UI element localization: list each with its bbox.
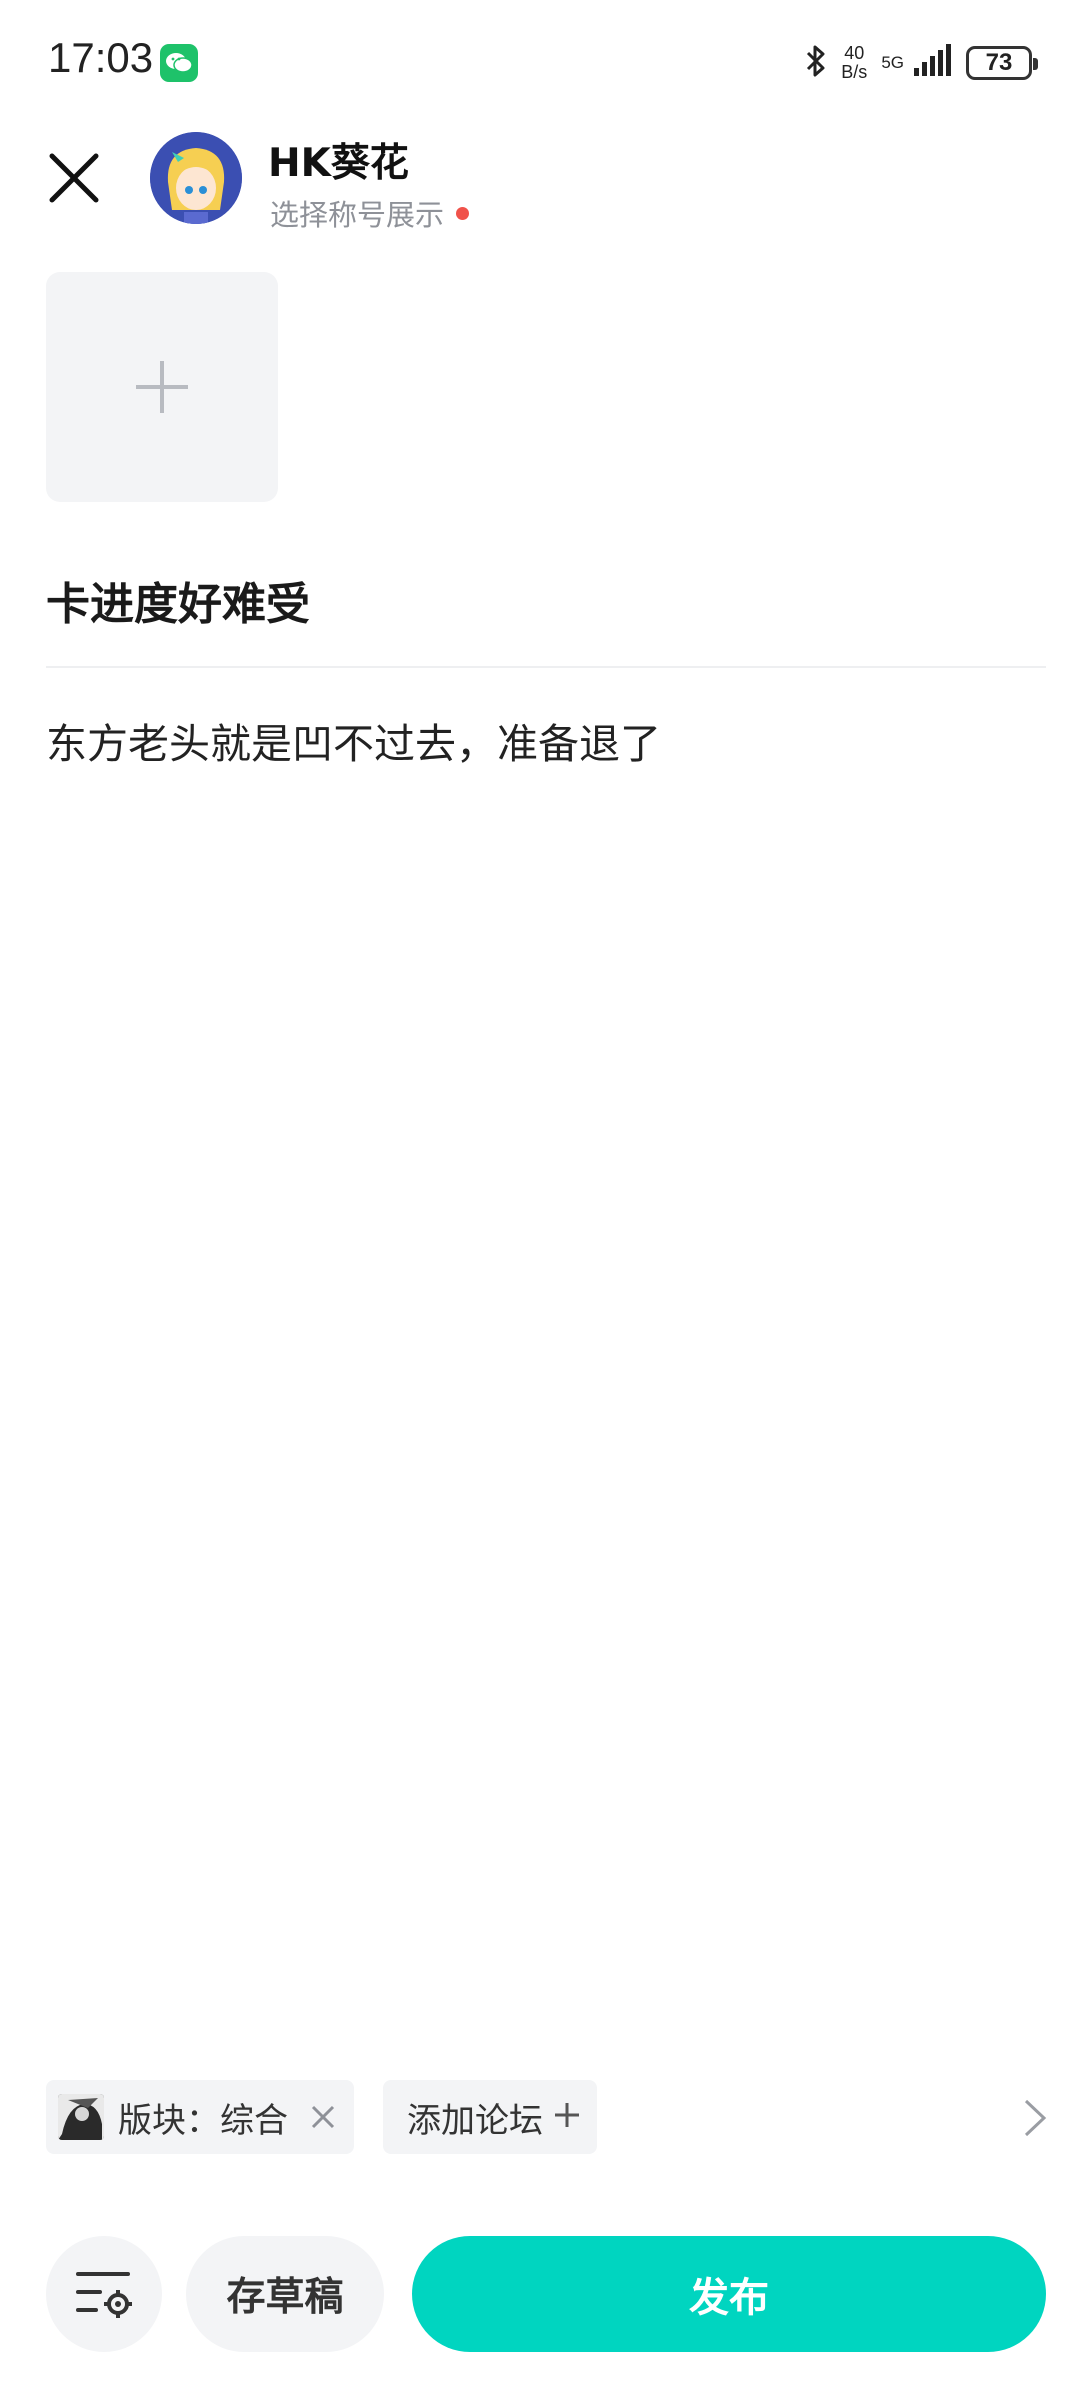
bluetooth-icon bbox=[805, 44, 827, 82]
divider bbox=[46, 666, 1046, 668]
save-draft-button[interactable]: 存草稿 bbox=[186, 2236, 384, 2352]
close-button[interactable] bbox=[44, 148, 104, 208]
net-speed: 40 B/s bbox=[841, 44, 867, 82]
status-bar: 17:03 40 B/s 5G 73 bbox=[0, 0, 1080, 126]
battery-indicator: 73 bbox=[966, 46, 1038, 80]
forum-thumbnail bbox=[58, 2094, 104, 2140]
wechat-icon bbox=[160, 44, 198, 82]
plus-icon bbox=[136, 361, 188, 413]
status-time: 17:03 bbox=[48, 34, 154, 81]
chevron-right-icon[interactable] bbox=[1018, 2098, 1052, 2138]
add-image-button[interactable] bbox=[46, 272, 278, 502]
status-indicators: 40 B/s 5G 73 bbox=[805, 38, 1038, 88]
settings-list-icon bbox=[76, 2272, 132, 2318]
net-speed-unit: B/s bbox=[841, 62, 868, 82]
forum-tag[interactable]: 版块：综合 bbox=[46, 2080, 354, 2154]
post-editor-screen: 17:03 40 B/s 5G 73 HK葵花 选择称号展示 卡进度好难受 东方… bbox=[0, 0, 1080, 2382]
forum-tag-label: 版块：综合 bbox=[118, 2100, 288, 2141]
close-icon bbox=[49, 153, 99, 203]
publish-button[interactable]: 发布 bbox=[412, 2236, 1046, 2352]
add-forum-button[interactable]: 添加论坛 bbox=[383, 2080, 597, 2154]
net-speed-value: 40 bbox=[844, 43, 865, 63]
network-type: 5G bbox=[881, 53, 904, 72]
plus-icon bbox=[553, 2101, 581, 2133]
signal-icon bbox=[912, 44, 952, 82]
post-body-input[interactable]: 东方老头就是凹不过去，准备退了 bbox=[46, 710, 661, 770]
post-title-input[interactable]: 卡进度好难受 bbox=[46, 568, 310, 632]
title-select[interactable]: 选择称号展示 bbox=[270, 192, 470, 234]
user-name: HK葵花 bbox=[268, 141, 409, 186]
tag-close-icon[interactable] bbox=[308, 2102, 338, 2132]
avatar[interactable] bbox=[150, 132, 242, 224]
title-select-label: 选择称号展示 bbox=[270, 198, 445, 232]
notification-dot bbox=[456, 206, 470, 220]
post-settings-button[interactable] bbox=[46, 2236, 162, 2352]
add-forum-label: 添加论坛 bbox=[407, 2100, 543, 2141]
